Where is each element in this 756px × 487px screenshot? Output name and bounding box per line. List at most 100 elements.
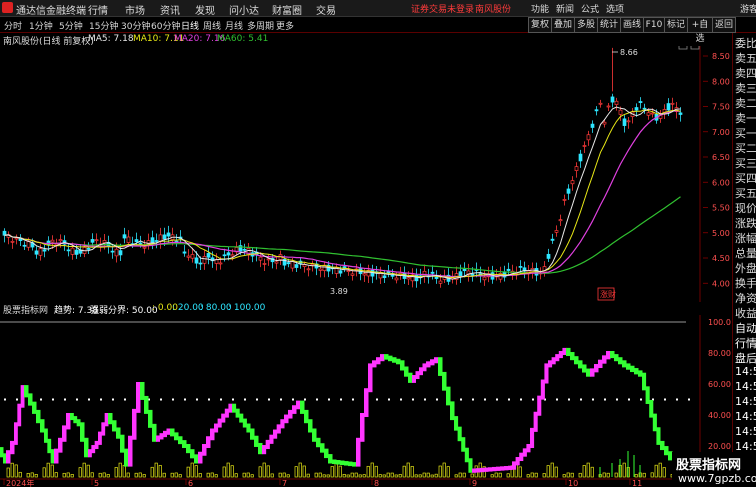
side-panel-item[interactable]: 涨幅 (735, 230, 756, 246)
tool-back-button[interactable]: 返回 (712, 17, 736, 33)
date-tick-label: 5 (94, 479, 99, 487)
indicator-bar (150, 466, 154, 478)
side-panel-item[interactable]: 外盘 (735, 260, 756, 276)
period-monthly[interactable]: 月线 (225, 19, 243, 32)
indicator-bar (650, 472, 654, 478)
side-panel-item[interactable]: 自动 (735, 320, 756, 336)
indicator-bar (230, 465, 234, 478)
period-daily[interactable]: 日线 (181, 19, 199, 32)
indicator-bar (270, 473, 274, 478)
candle-body (118, 250, 123, 256)
side-panel-item[interactable]: 卖五 (735, 50, 756, 66)
trend-step (84, 437, 89, 458)
reference-dots (4, 398, 690, 401)
side-panel-item[interactable]: 卖一 (735, 110, 756, 126)
menu-trade[interactable]: 交易 (316, 2, 336, 17)
indicator-bar (142, 474, 146, 478)
period-15min[interactable]: 15分钟 (89, 19, 118, 32)
side-panel-item[interactable]: 卖二 (735, 95, 756, 111)
trend-step (360, 413, 365, 442)
indicator-bar (346, 474, 350, 478)
trend-step (101, 422, 106, 436)
indicator-bar (458, 472, 462, 478)
candle-body (14, 237, 19, 240)
period-multi[interactable]: 多周期 (247, 19, 274, 32)
menu-functions[interactable]: 功能 (531, 2, 549, 15)
period-weekly[interactable]: 周线 (203, 19, 221, 32)
indicator-bar (226, 462, 230, 478)
candle-body (470, 273, 475, 276)
date-tick-label: 7 (282, 479, 287, 487)
price-chart: 8.66 3.89 涨财 8.50 8.00 7.50 7.00 6.50 6.00 5.5… (2, 46, 730, 302)
tool-f10-button[interactable]: F10 (643, 17, 665, 33)
tool-multi-stock-button[interactable]: 多股 (574, 17, 598, 33)
tool-add-favorite-button[interactable]: +自选 (687, 17, 713, 44)
price-tick-label: 6.00 (712, 178, 730, 187)
level80-label: : 80.00 (200, 303, 232, 313)
indicator-bar (190, 462, 194, 478)
trend-step (210, 428, 215, 441)
price-tick-label: 5.50 (712, 204, 730, 213)
trend-step (438, 357, 443, 376)
menu-news[interactable]: 资讯 (160, 2, 180, 17)
side-panel-item[interactable]: 收益 (735, 305, 756, 321)
side-panel-item[interactable]: 换手 (735, 275, 756, 291)
menu-headlines[interactable]: 新闻 (556, 2, 574, 15)
menu-guest[interactable]: 游客 (740, 2, 756, 15)
window-max-icon[interactable] (690, 46, 700, 50)
trend-step (356, 437, 361, 467)
side-panel-item[interactable]: 买一 (735, 125, 756, 141)
period-60min[interactable]: 60分钟 (151, 19, 180, 32)
indicator-bar (370, 462, 374, 478)
side-panel-item[interactable]: 卖三 (735, 80, 756, 96)
side-panel-item[interactable]: 买三 (735, 155, 756, 171)
menu-ask[interactable]: 问小达 (229, 2, 259, 17)
trend-step (44, 428, 48, 443)
side-panel-item[interactable]: 14:56 (735, 380, 756, 393)
tool-overlay-button[interactable]: 叠加 (551, 17, 575, 33)
side-panel-item[interactable]: 卖四 (735, 65, 756, 81)
tool-adjust-button[interactable]: 复权 (528, 17, 552, 33)
side-panel-item[interactable]: 现价 (735, 200, 756, 216)
period-30min[interactable]: 30分钟 (121, 19, 150, 32)
trend-step (652, 413, 657, 432)
side-panel-item[interactable]: 买五 (735, 185, 756, 201)
side-panel-item[interactable]: 净资 (735, 290, 756, 306)
indicator-bar (154, 462, 158, 478)
divide-dot (568, 398, 570, 401)
period-5min[interactable]: 5分钟 (59, 19, 83, 32)
candle-body (266, 258, 271, 261)
candle-body (618, 109, 623, 115)
side-panel-item[interactable]: 买二 (735, 140, 756, 156)
side-panel-item[interactable]: 行情 (735, 335, 756, 351)
side-panel-item[interactable]: 总量 (735, 245, 756, 261)
period-more[interactable]: 更多 (276, 19, 294, 32)
side-panel-item[interactable]: 14:56 (735, 425, 756, 438)
period-1min[interactable]: 1分钟 (29, 19, 53, 32)
login-notice[interactable]: 证券交易未登录 (411, 2, 474, 15)
side-panel-item[interactable]: 14:56 (735, 365, 756, 378)
side-panel-item[interactable]: 买四 (735, 170, 756, 186)
menu-wealth[interactable]: 财富圈 (272, 2, 302, 17)
menu-formula[interactable]: 公式 (581, 2, 599, 15)
candle-body (230, 254, 235, 257)
tool-stats-button[interactable]: 统计 (597, 17, 621, 33)
side-panel-item[interactable]: 涨跌 (735, 215, 756, 231)
indicator-bar (566, 472, 570, 478)
menu-options[interactable]: 选项 (606, 2, 624, 15)
period-timeshare[interactable]: 分时 (4, 19, 22, 32)
indicator-bar (418, 474, 422, 478)
window-restore-icon[interactable] (678, 46, 688, 50)
side-panel-item[interactable]: 14:56 (735, 395, 756, 408)
current-stock-name[interactable]: 南风股份 (475, 2, 511, 15)
app-title: 通达信金融终端 (16, 6, 86, 17)
menu-discover[interactable]: 发现 (195, 2, 215, 17)
side-panel-item[interactable]: 14:56 (735, 410, 756, 423)
menu-market[interactable]: 市场 (125, 2, 145, 17)
indicator-bar (214, 474, 218, 478)
tool-mark-button[interactable]: 标记 (664, 17, 688, 33)
side-panel-item[interactable]: 盘后 (735, 350, 756, 366)
tool-draw-button[interactable]: 画线 (620, 17, 644, 33)
menu-quotes[interactable]: 行情 (88, 2, 108, 17)
side-panel-item[interactable]: 委比 (735, 35, 756, 51)
